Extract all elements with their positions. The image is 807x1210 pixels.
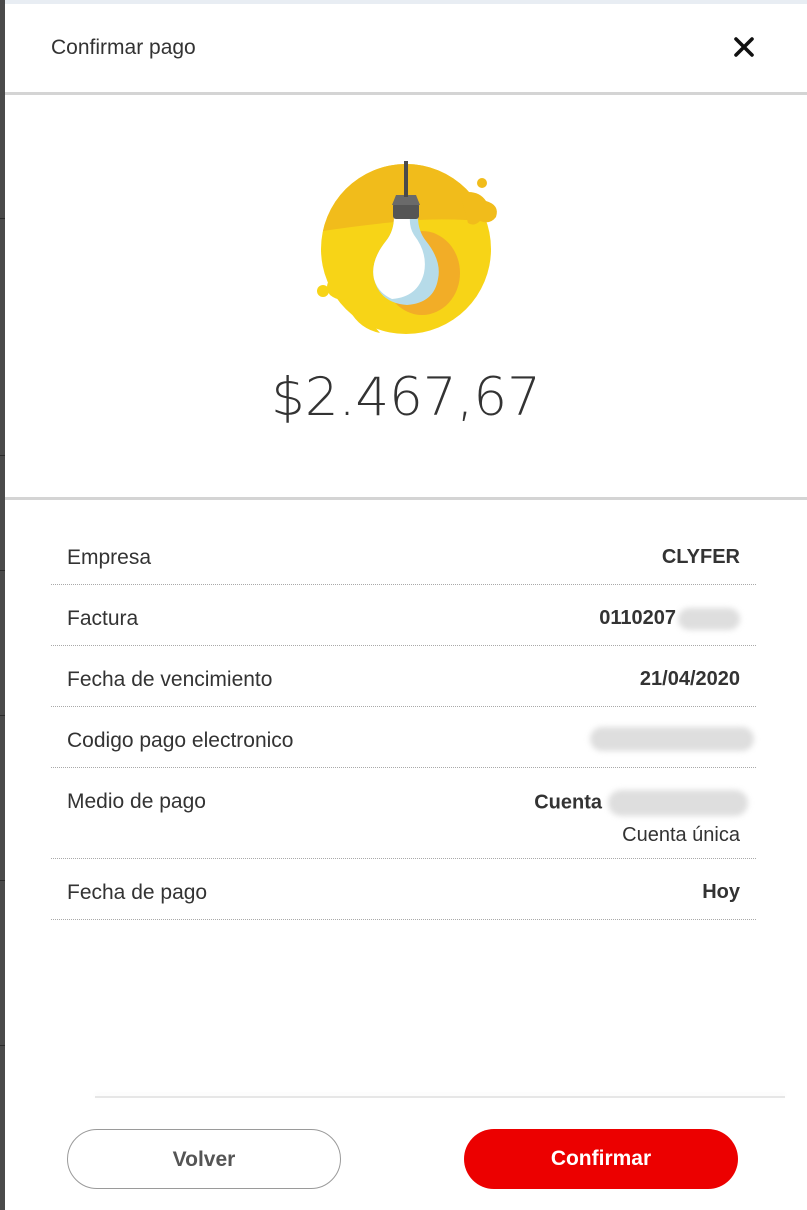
payment-summary: $2.467,67 — [5, 95, 807, 500]
redacted-blur — [678, 607, 740, 630]
dialog-title: Confirmar pago — [51, 36, 196, 59]
medio-value: Cuenta — [534, 791, 602, 814]
medio-value-wrapper: Cuenta — [534, 790, 748, 816]
lightbulb-illustration — [317, 161, 497, 334]
empresa-label: Empresa — [67, 546, 152, 569]
detail-row-codigo: Codigo pago electronico — [51, 707, 756, 768]
medio-label: Medio de pago — [67, 790, 206, 813]
dialog-header: Confirmar pago — [5, 4, 807, 95]
empresa-value: CLYFER — [661, 546, 740, 568]
vencimiento-value: 21/04/2020 — [639, 668, 740, 690]
fecha-pago-value: Hoy — [702, 881, 740, 903]
confirm-button[interactable]: Confirmar — [464, 1129, 738, 1189]
fecha-pago-label: Fecha de pago — [67, 881, 208, 904]
detail-row-empresa: Empresa CLYFER — [51, 524, 756, 585]
payment-amount: $2.467,67 — [271, 367, 541, 428]
codigo-label: Codigo pago electronico — [67, 729, 294, 752]
detail-row-medio: Medio de pago Cuenta Cuenta única — [51, 768, 756, 859]
detail-row-vencimiento: Fecha de vencimiento 21/04/2020 — [51, 646, 756, 707]
factura-value: 0110207 — [599, 607, 676, 629]
redacted-blur — [608, 790, 748, 816]
detail-row-factura: Factura 0110207 — [51, 585, 756, 646]
confirm-payment-dialog: Confirmar pago $2.467,67 Empresa CLYFER … — [5, 4, 807, 1210]
codigo-value-redacted — [590, 727, 754, 751]
factura-value-wrapper: 0110207 — [599, 607, 740, 630]
detail-row-fecha-pago: Fecha de pago Hoy — [51, 859, 756, 920]
vencimiento-label: Fecha de vencimiento — [67, 668, 273, 691]
payment-details-list: Empresa CLYFER Factura 0110207 Fecha de … — [51, 524, 756, 920]
back-button[interactable]: Volver — [67, 1129, 341, 1189]
factura-label: Factura — [67, 607, 139, 630]
footer-divider — [95, 1096, 785, 1098]
close-icon[interactable] — [731, 34, 757, 60]
medio-subvalue: Cuenta única — [622, 824, 740, 846]
redacted-blur — [590, 727, 754, 751]
